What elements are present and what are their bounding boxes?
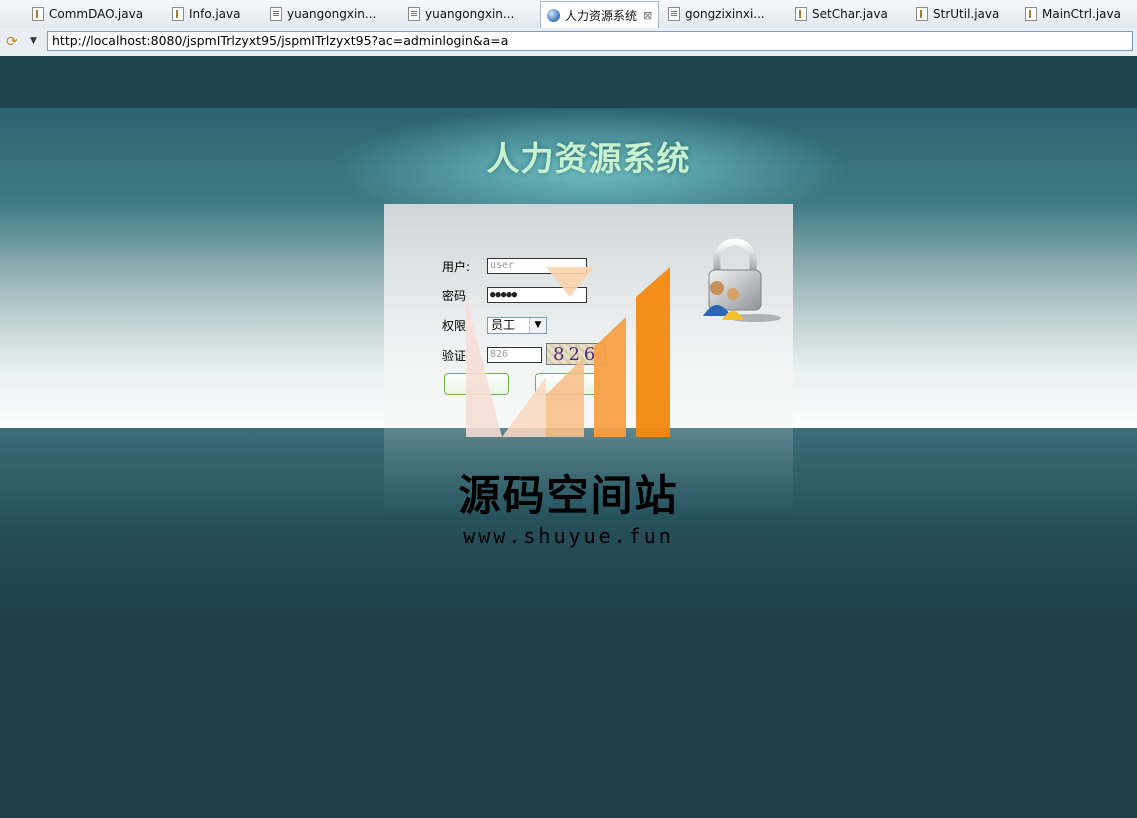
password-label: 密码 xyxy=(442,289,467,303)
watermark-url: www.shuyue.fun xyxy=(463,524,674,548)
globe-icon xyxy=(547,8,560,22)
tab-gongzixinxi[interactable]: gongzixinxi... xyxy=(668,2,765,26)
tab-info[interactable]: Info.java xyxy=(172,2,240,26)
tab-strutil[interactable]: StrUtil.java xyxy=(916,2,999,26)
java-file-icon xyxy=(32,7,44,21)
page-title: 人力资源系统 xyxy=(486,139,691,178)
text-file-icon xyxy=(408,7,420,21)
java-file-icon xyxy=(916,7,928,21)
text-file-icon xyxy=(270,7,282,21)
tab-yuangongxin-1[interactable]: yuangongxin... xyxy=(270,2,376,26)
top-strip xyxy=(0,56,1137,109)
close-tab-icon[interactable]: ⊠ xyxy=(643,9,652,22)
java-file-icon xyxy=(1025,7,1037,21)
login-page: 人力资源系统 用户: user 密码 ●●●●● 权限 员工 ▼ 验证 826 … xyxy=(0,56,1137,818)
lock-users-icon xyxy=(703,238,781,322)
editor-tab-bar: CommDAO.java Info.java yuangongxin... yu… xyxy=(0,0,1137,29)
role-label: 权限 xyxy=(442,319,467,333)
dropdown-arrow-icon[interactable]: ▼ xyxy=(30,36,37,46)
watermark-name: 源码空间站 xyxy=(458,471,679,520)
url-input[interactable]: http://localhost:8080/jspmITrlzyxt95/jsp… xyxy=(47,31,1133,51)
refresh-icon[interactable]: ⟳ xyxy=(6,34,18,50)
tab-commdao[interactable]: CommDAO.java xyxy=(32,2,143,26)
java-file-icon xyxy=(795,7,807,21)
address-bar: ⟳ ▼ http://localhost:8080/jspmITrlzyxt95… xyxy=(0,28,1137,57)
watermark-logo xyxy=(466,267,670,437)
tab-setchar[interactable]: SetChar.java xyxy=(795,2,888,26)
tab-yuangongxin-2[interactable]: yuangongxin... xyxy=(408,2,514,26)
text-file-icon xyxy=(668,7,680,21)
captcha-label: 验证 xyxy=(442,349,467,363)
tab-mainctrl[interactable]: MainCtrl.java xyxy=(1025,2,1121,26)
tab-hr-system[interactable]: 人力资源系统 ⊠ xyxy=(540,1,660,28)
java-file-icon xyxy=(172,7,184,21)
